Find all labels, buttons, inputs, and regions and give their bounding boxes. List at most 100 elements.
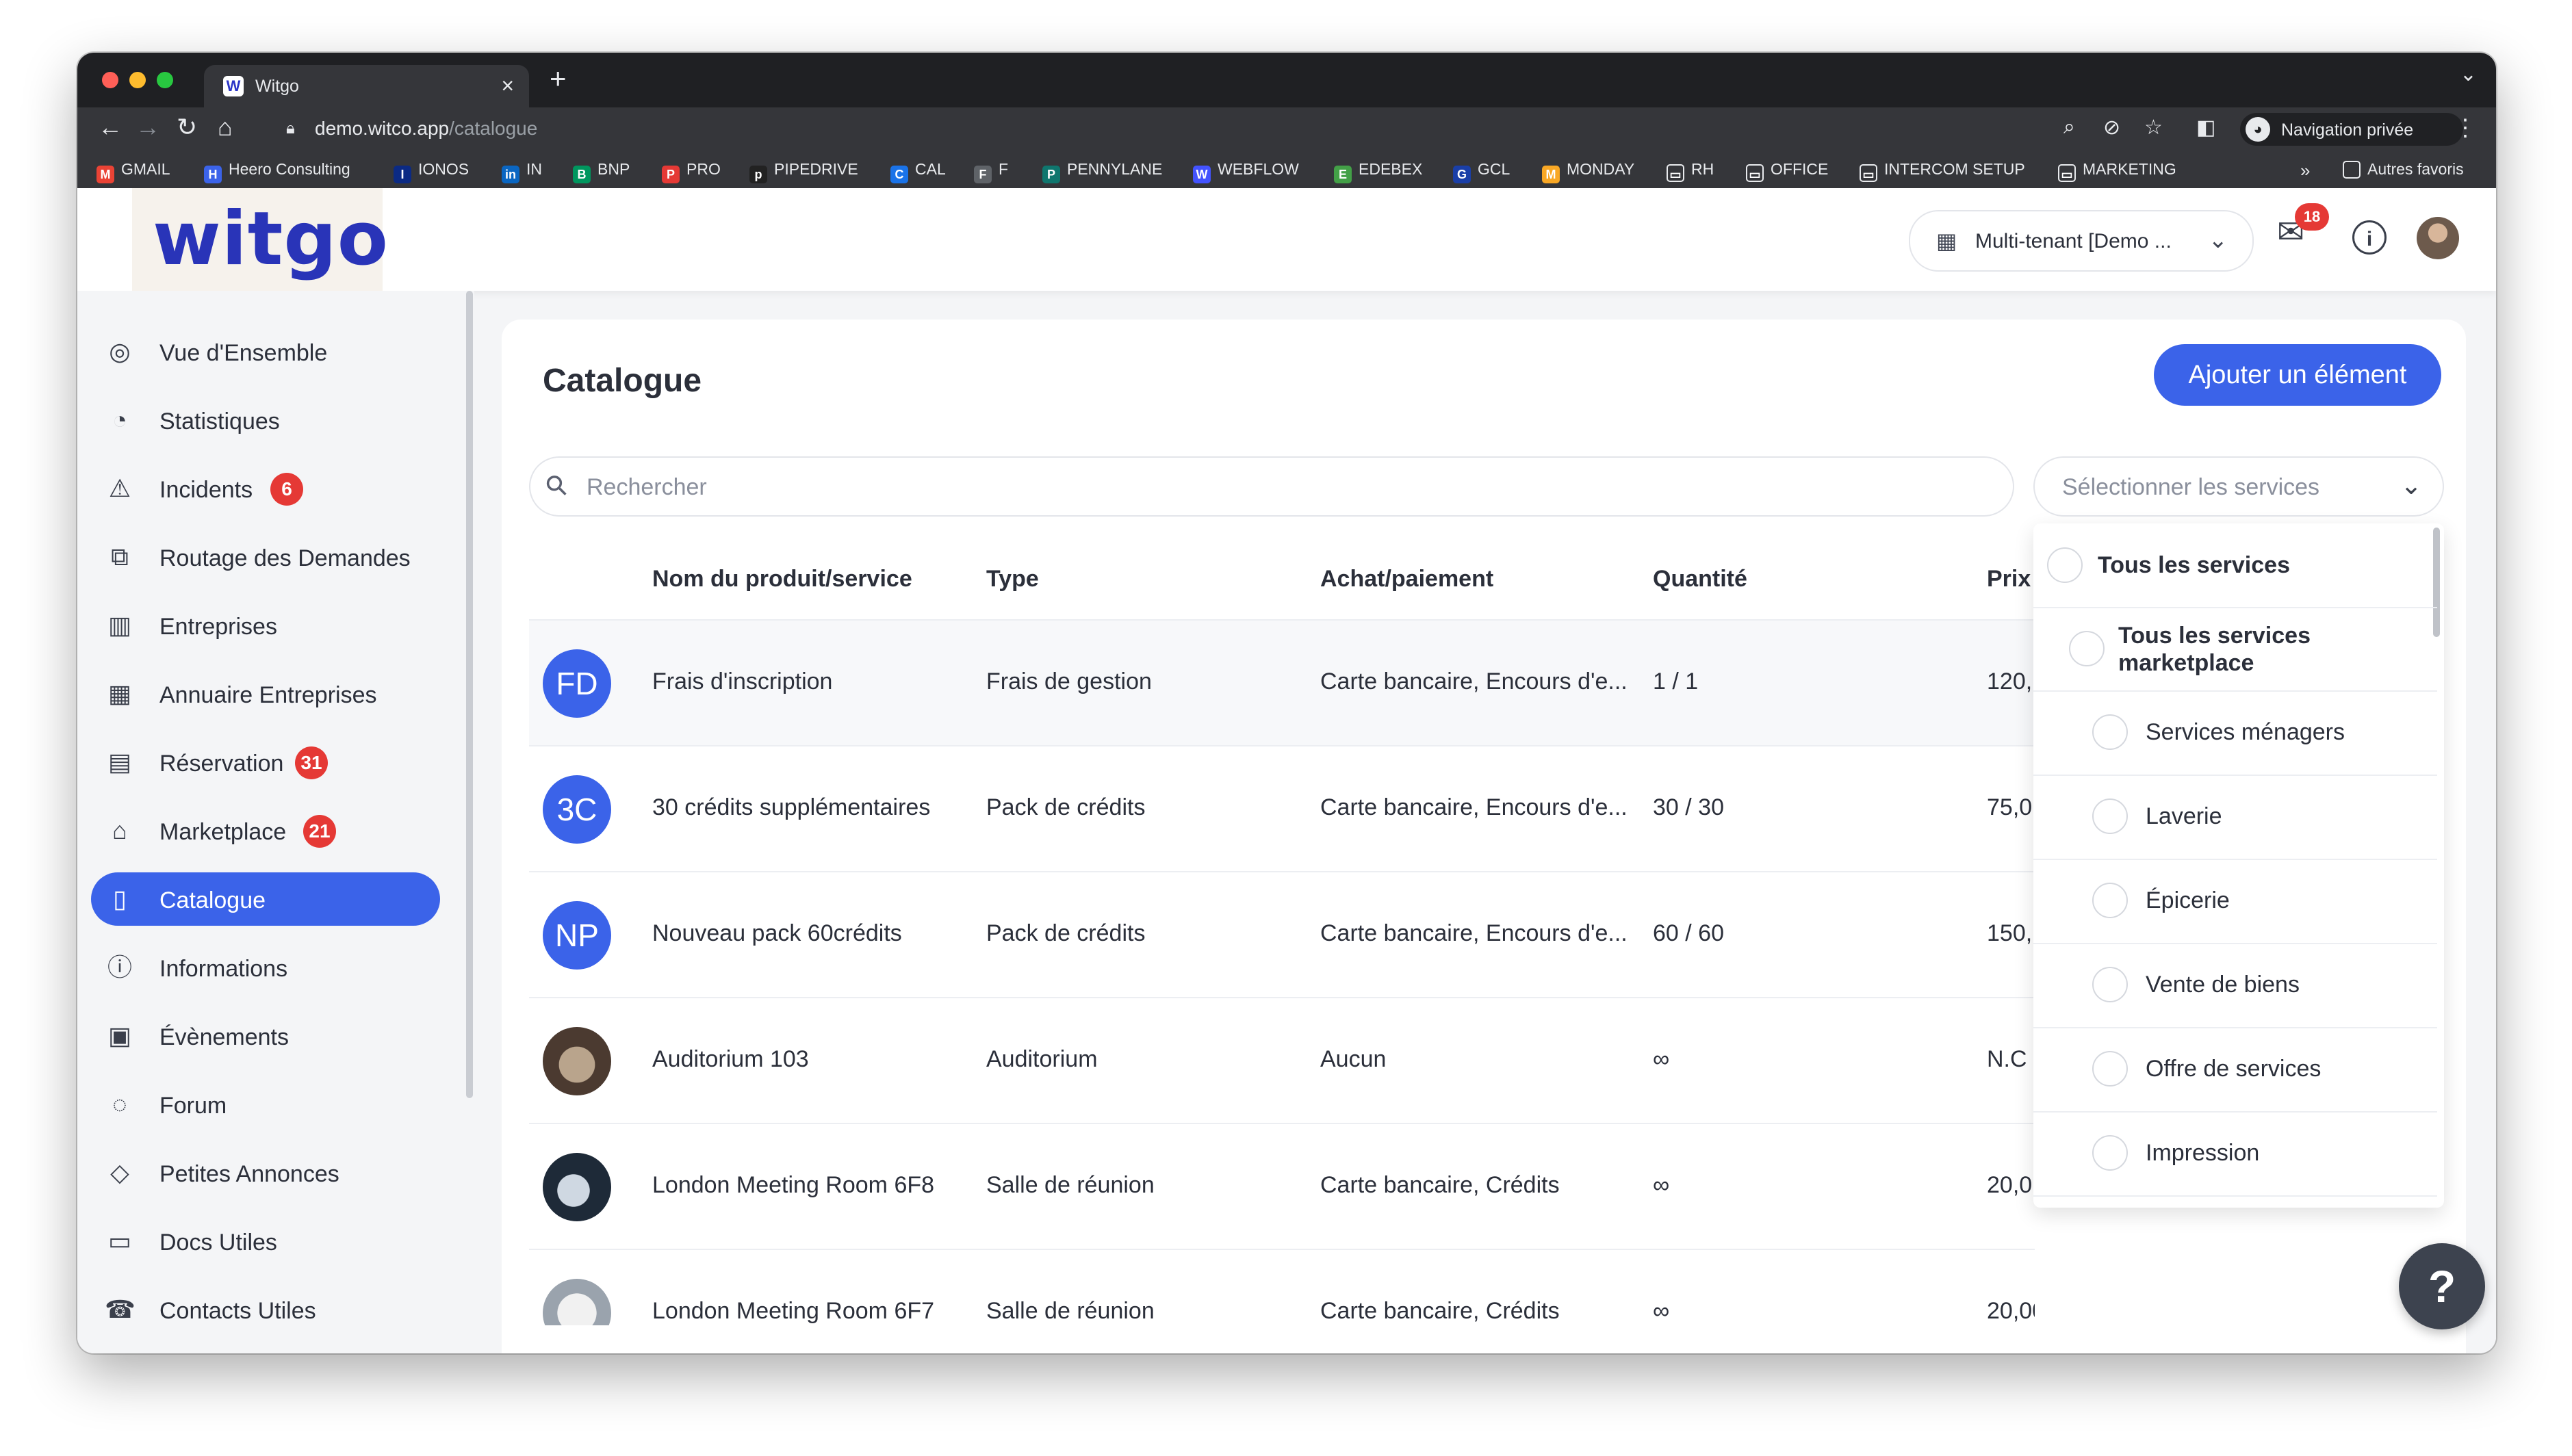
service-option-menagers[interactable]: Services ménagers [2033,690,2437,776]
bookmark-cal[interactable]: C CAL [890,160,946,183]
bookmark-star-icon[interactable]: ☆ [2144,116,2163,140]
forward-arrow-icon[interactable]: → [136,113,160,142]
sidebar-item-petites-annonces[interactable]: ◇ Petites Annonces [91,1146,440,1199]
search-input[interactable] [585,470,1991,504]
column-header-payment[interactable]: Achat/paiement [1320,566,1493,593]
service-option-offre-services[interactable]: Offre de services [2033,1027,2437,1113]
radio-button[interactable] [2092,1051,2128,1087]
table-row[interactable]: London Meeting Room 6F7 Salle de réunion… [529,1249,2035,1325]
services-dropdown: Tous les services Tous les services mark… [2033,523,2444,1208]
bookmark-other-favorites[interactable]: Autres favoris [2343,160,2464,179]
bookmark-label: PIPEDRIVE [774,160,858,178]
table-row[interactable]: FD Frais d'inscription Frais de gestion … [529,619,2035,746]
witgo-favicon-icon: W [223,76,244,96]
column-header-quantity[interactable]: Quantité [1653,566,1747,593]
radio-button[interactable] [2092,798,2128,834]
radio-button[interactable] [2047,547,2083,583]
radio-button[interactable] [2069,631,2105,666]
sidebar-item-reservation[interactable]: ▤ Réservation 31 [91,736,440,789]
sidebar-item-marketplace[interactable]: ⌂ Marketplace 21 [91,804,440,857]
bookmark-pro[interactable]: P PRO [662,160,721,183]
home-icon[interactable]: ⌂ [218,113,233,142]
bookmark-rh[interactable]: ▭ RH [1667,160,1714,182]
sidebar-scrollbar[interactable] [466,291,473,1098]
help-button[interactable]: ? [2399,1243,2485,1329]
column-header-name[interactable]: Nom du produit/service [652,566,912,593]
services-select[interactable]: Sélectionner les services ⌄ [2033,456,2444,517]
bookmark-bnp[interactable]: B BNP [573,160,630,183]
radio-button[interactable] [2092,714,2128,750]
browser-tab[interactable]: W Witgo × [204,65,529,107]
zoom-icon[interactable]: ⌕ [2063,116,2075,139]
sidebar-item-evenements[interactable]: ▣ Évènements [91,1009,440,1063]
add-item-button[interactable]: Ajouter un élément [2154,344,2441,406]
tab-strip: W Witgo × + ⌄ [77,53,2496,107]
bookmark-in[interactable]: in IN [502,160,542,183]
sidebar-item-label: Petites Annonces [159,1161,339,1187]
tab-list-chevron-icon[interactable]: ⌄ [2460,62,2477,86]
new-tab-icon[interactable]: + [550,62,567,95]
table-row[interactable]: Auditorium 103 Auditorium Aucun ∞ N.C [529,997,2035,1124]
sidebar-item-informations[interactable]: ⓘ Informations [91,941,440,994]
tab-close-icon[interactable]: × [501,73,514,99]
side-panel-icon[interactable]: ◧ [2196,116,2215,140]
service-option-vente-biens[interactable]: Vente de biens [2033,943,2437,1028]
sidebar-item-entreprises[interactable]: ▥ Entreprises [91,599,440,652]
tenant-selector[interactable]: ▦ Multi-tenant [Demo ... ⌄ [1909,210,2254,272]
sidebar: ◎ Vue d'Ensemble ◔ Statistiques ⚠ Incide… [77,291,474,1353]
service-option-laverie[interactable]: Laverie [2033,775,2437,860]
sidebar-item-docs-utiles[interactable]: ▭ Docs Utiles [91,1214,440,1268]
back-arrow-icon[interactable]: ← [98,113,123,142]
address-bar[interactable]: demo.witco.app/catalogue [315,118,537,140]
more-bookmarks-icon[interactable]: » [2300,160,2310,181]
bookmark-monday[interactable]: M MONDAY [1542,160,1634,183]
bookmark-pennylane[interactable]: P PENNYLANE [1042,160,1162,183]
sidebar-item-vue-ensemble[interactable]: ◎ Vue d'Ensemble [91,325,440,378]
service-option-impression[interactable]: Impression [2033,1111,2437,1197]
reload-icon[interactable]: ↻ [177,113,197,142]
user-avatar[interactable] [2417,217,2459,259]
table-row[interactable]: 3C 30 crédits supplémentaires Pack de cr… [529,745,2035,872]
sidebar-item-incidents[interactable]: ⚠ Incidents 6 [91,462,440,515]
service-option-all-marketplace[interactable]: Tous les services marketplace [2033,607,2437,692]
tracking-blocked-icon[interactable]: ⊘ [2103,116,2120,140]
minimize-window-button[interactable] [129,72,146,88]
service-option-label: Tous les services marketplace [2118,623,2311,676]
bookmark-pipedrive[interactable]: p PIPEDRIVE [749,160,858,183]
table-row[interactable]: London Meeting Room 6F8 Salle de réunion… [529,1123,2035,1250]
item-quantity: 60 / 60 [1653,920,1724,946]
search-bar[interactable]: ⚲ [529,456,2014,517]
sidebar-item-catalogue[interactable]: ▯ Catalogue [91,872,440,926]
column-header-price[interactable]: Prix [1987,566,2031,593]
sidebar-item-routage[interactable]: ⧉ Routage des Demandes [91,530,440,584]
bookmark-intercom-setup[interactable]: ▭ INTERCOM SETUP [1860,160,2025,182]
sidebar-item-annuaire[interactable]: ▦ Annuaire Entreprises [91,667,440,720]
bookmark-label: EDEBEX [1359,160,1423,178]
bookmark-gmail[interactable]: M GMAIL [97,160,170,183]
info-icon[interactable]: i [2352,220,2387,255]
bookmark-heero-consulting[interactable]: H Heero Consulting [204,160,350,183]
maximize-window-button[interactable] [157,72,173,88]
bookmark-gcl[interactable]: G GCL [1453,160,1510,183]
close-window-button[interactable] [102,72,118,88]
bookmark-marketing[interactable]: ▭ MARKETING [2058,160,2176,182]
logo[interactable]: witgo [132,188,388,291]
radio-button[interactable] [2092,967,2128,1002]
bookmark-f[interactable]: FF [974,160,1008,183]
service-option-epicerie[interactable]: Épicerie [2033,859,2437,944]
radio-button[interactable] [2092,1135,2128,1171]
sidebar-item-contacts-utiles[interactable]: ☎ Contacts Utiles [91,1283,440,1336]
browser-menu-icon[interactable]: ⋮ [2454,114,2477,142]
bookmark-office[interactable]: ▭ OFFICE [1746,160,1828,182]
table-row[interactable]: NP Nouveau pack 60crédits Pack de crédit… [529,871,2035,998]
bookmark-edebex[interactable]: E EDEBEX [1334,160,1422,183]
radio-button[interactable] [2092,883,2128,918]
url-domain: demo.witco.app [315,118,450,139]
sidebar-item-forum[interactable]: ◌ Forum [91,1078,440,1131]
column-header-type[interactable]: Type [986,566,1039,593]
bookmark-ionos[interactable]: I IONOS [394,160,469,183]
private-browsing-indicator[interactable]: ◕ Navigation privée [2240,113,2463,146]
bookmark-webflow[interactable]: W WEBFLOW [1193,160,1299,183]
sidebar-item-statistiques[interactable]: ◔ Statistiques [91,393,440,447]
service-option-all[interactable]: Tous les services [2033,523,2437,608]
